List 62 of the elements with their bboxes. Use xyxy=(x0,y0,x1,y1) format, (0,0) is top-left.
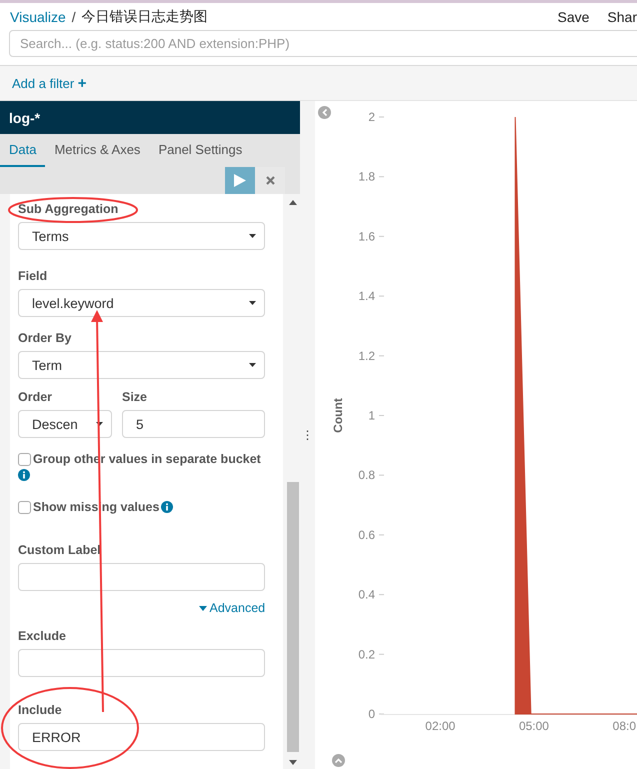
chevron-left-icon xyxy=(322,109,328,116)
select-field[interactable]: Descen xyxy=(18,410,112,438)
caret-icon xyxy=(249,234,256,238)
y-tick-label: 1.4 xyxy=(358,289,375,304)
input-field[interactable] xyxy=(18,563,266,591)
field-label: Size xyxy=(122,390,148,404)
toolbar-link[interactable]: Save xyxy=(540,8,590,24)
collapse-left-button[interactable] xyxy=(318,106,331,119)
checkbox[interactable] xyxy=(18,453,31,466)
breadcrumb-separator: / xyxy=(72,8,76,24)
caret-icon xyxy=(198,606,206,610)
collapse-up-button[interactable] xyxy=(332,754,345,767)
y-tick-label: 0 xyxy=(368,707,375,721)
play-icon xyxy=(234,174,246,187)
tab[interactable]: Metrics & Axes xyxy=(45,134,150,167)
info-icon xyxy=(161,501,174,513)
play-button[interactable] xyxy=(225,167,255,194)
field-label: Exclude xyxy=(18,629,66,643)
input-field[interactable]: 5 xyxy=(122,410,266,438)
input-field[interactable] xyxy=(18,649,266,677)
index-pattern-header: log-* xyxy=(0,101,300,134)
breadcrumb-link[interactable]: Visualize xyxy=(10,8,66,24)
checkbox[interactable] xyxy=(18,501,31,514)
add-filter-link[interactable]: Add a filter + xyxy=(12,74,87,92)
field-label: Sub Aggregation xyxy=(18,202,118,216)
y-tick-label: 1.2 xyxy=(358,348,375,363)
search-field[interactable]: Search... (e.g. status:200 AND extension:PHP) xyxy=(9,30,637,57)
field-label: Order xyxy=(18,390,52,404)
x-tick-label: 02:00 xyxy=(425,719,456,733)
page-title: 今日错误日志走势图 xyxy=(82,8,209,26)
axis-title: Count xyxy=(331,398,345,433)
resize-handle[interactable]: ⋮ xyxy=(302,429,314,441)
advanced-toggle[interactable]: Advanced xyxy=(198,601,266,615)
y-tick-label: 1.6 xyxy=(358,229,375,244)
select-field[interactable]: level.keyword xyxy=(18,289,266,317)
y-tick-label: 1 xyxy=(368,408,375,422)
caret-icon xyxy=(96,422,103,426)
y-tick-label: 0.4 xyxy=(358,588,375,602)
tab[interactable]: Panel Settings xyxy=(149,134,252,167)
x-tick-label: 05:00 xyxy=(518,719,549,733)
scroll-down-icon[interactable] xyxy=(288,760,297,765)
y-tick-label: 2 xyxy=(368,110,375,124)
field-label: Field xyxy=(18,269,48,283)
caret-icon xyxy=(249,363,256,367)
chevron-up-icon xyxy=(335,758,342,764)
y-tick-label: 0.2 xyxy=(358,647,375,662)
info-icon xyxy=(18,469,30,481)
x-tick-label: 08:0 xyxy=(612,719,636,733)
close-icon xyxy=(266,176,274,185)
close-button[interactable] xyxy=(255,167,285,194)
field-label: Order By xyxy=(18,331,72,345)
select-field[interactable]: Term xyxy=(18,351,266,379)
caret-icon xyxy=(249,301,256,305)
scroll-up-icon[interactable] xyxy=(288,200,297,205)
y-tick-label: 0.8 xyxy=(358,468,375,482)
y-tick-label: 0.6 xyxy=(358,528,375,542)
y-tick-label: 1.8 xyxy=(358,170,375,184)
select-field[interactable]: Terms xyxy=(18,222,266,250)
field-label: Include xyxy=(18,703,62,717)
toolbar-link[interactable]: Shar xyxy=(589,8,637,24)
input-field[interactable]: ERROR xyxy=(18,723,266,751)
scrollbar-thumb[interactable] xyxy=(286,482,299,752)
